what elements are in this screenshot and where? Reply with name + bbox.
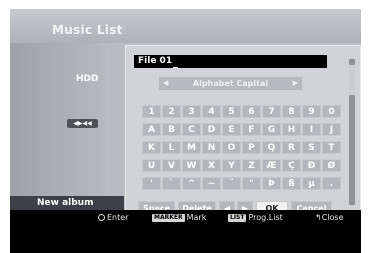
- key-0-7[interactable]: 8: [282, 105, 301, 118]
- key-1-9[interactable]: J: [322, 123, 341, 136]
- key-0-0[interactable]: 1: [142, 105, 161, 118]
- charset-selector[interactable]: ◀ Alphabet Capital ▶: [159, 77, 302, 90]
- prog-list-label: Prog.List: [248, 213, 283, 222]
- key-3-8[interactable]: Ð: [302, 159, 321, 172]
- key-4-4[interactable]: ¨: [222, 177, 241, 190]
- key-0-8[interactable]: 9: [302, 105, 321, 118]
- key-4-5[interactable]: ": [242, 177, 261, 190]
- key-2-0[interactable]: K: [142, 141, 161, 154]
- title-bar: Music List: [10, 9, 361, 43]
- key-0-9[interactable]: 0: [322, 105, 341, 118]
- key-1-1[interactable]: B: [162, 123, 181, 136]
- key-2-7[interactable]: R: [282, 141, 301, 154]
- key-2-2[interactable]: M: [182, 141, 201, 154]
- key-1-7[interactable]: H: [282, 123, 301, 136]
- key-3-4[interactable]: Y: [222, 159, 241, 172]
- key-1-5[interactable]: F: [242, 123, 261, 136]
- key-2-3[interactable]: N: [202, 141, 221, 154]
- key-2-9[interactable]: T: [322, 141, 341, 154]
- key-2-1[interactable]: L: [162, 141, 181, 154]
- mark-hint-label: Mark: [186, 213, 207, 222]
- mark-hint: MARKER Mark: [152, 213, 206, 222]
- key-4-9[interactable]: .: [322, 177, 341, 190]
- key-0-4[interactable]: 5: [222, 105, 241, 118]
- key-4-0[interactable]: ': [142, 177, 161, 190]
- key-3-0[interactable]: U: [142, 159, 161, 172]
- list-badge: LIST: [228, 213, 247, 222]
- key-1-3[interactable]: D: [202, 123, 221, 136]
- key-0-5[interactable]: 6: [242, 105, 261, 118]
- close-label: Close: [321, 213, 344, 222]
- key-0-2[interactable]: 3: [182, 105, 201, 118]
- key-0-3[interactable]: 4: [202, 105, 221, 118]
- key-0-1[interactable]: 2: [162, 105, 181, 118]
- enter-icon: [98, 214, 105, 221]
- scrollbar[interactable]: [349, 59, 355, 205]
- drive-label: HDD: [76, 74, 99, 84]
- key-0-6[interactable]: 7: [262, 105, 281, 118]
- key-1-6[interactable]: G: [262, 123, 281, 136]
- key-4-7[interactable]: ß: [282, 177, 301, 190]
- marker-badge: MARKER: [152, 213, 185, 222]
- prog-list-hint: LIST Prog.List: [228, 213, 283, 222]
- track-icon: ◀▶◀◀: [67, 119, 98, 128]
- key-3-5[interactable]: Z: [242, 159, 261, 172]
- key-1-0[interactable]: A: [142, 123, 161, 136]
- key-3-1[interactable]: V: [162, 159, 181, 172]
- footer-hints: Enter MARKER Mark LIST Prog.List ↰Close: [10, 210, 361, 253]
- file-name-value: File 01: [138, 56, 173, 66]
- close-hint: ↰Close: [315, 213, 344, 222]
- scrollbar-thumb[interactable]: [349, 65, 355, 95]
- key-3-2[interactable]: W: [182, 159, 201, 172]
- key-1-8[interactable]: I: [302, 123, 321, 136]
- new-album-button[interactable]: New album: [10, 196, 124, 210]
- key-3-6[interactable]: Æ: [262, 159, 281, 172]
- key-3-3[interactable]: X: [202, 159, 221, 172]
- key-2-6[interactable]: Q: [262, 141, 281, 154]
- key-1-4[interactable]: E: [222, 123, 241, 136]
- close-icon: ↰: [315, 213, 322, 222]
- text-cursor: [173, 67, 179, 68]
- key-4-6[interactable]: Þ: [262, 177, 281, 190]
- charset-label: Alphabet Capital: [192, 79, 269, 88]
- screen: Music List HDD ◀▶◀◀ New album File 01 ◀ …: [0, 0, 373, 253]
- enter-hint-label: Enter: [107, 213, 129, 222]
- key-3-7[interactable]: Ç: [282, 159, 301, 172]
- key-2-8[interactable]: S: [302, 141, 321, 154]
- key-3-9[interactable]: Ø: [322, 159, 341, 172]
- charset-prev-icon[interactable]: ◀: [163, 77, 168, 90]
- enter-hint: Enter: [98, 213, 128, 222]
- key-4-8[interactable]: µ: [302, 177, 321, 190]
- key-4-3[interactable]: ~: [202, 177, 221, 190]
- key-1-2[interactable]: C: [182, 123, 201, 136]
- key-4-2[interactable]: ^: [182, 177, 201, 190]
- charset-next-icon[interactable]: ▶: [293, 77, 298, 90]
- page-title: Music List: [52, 23, 123, 37]
- file-name-field[interactable]: File 01: [134, 55, 327, 68]
- key-2-5[interactable]: P: [242, 141, 261, 154]
- key-4-1[interactable]: `: [162, 177, 181, 190]
- name-entry-dialog: File 01 ◀ Alphabet Capital ▶ 1234567890 A…: [125, 45, 361, 215]
- key-2-4[interactable]: O: [222, 141, 241, 154]
